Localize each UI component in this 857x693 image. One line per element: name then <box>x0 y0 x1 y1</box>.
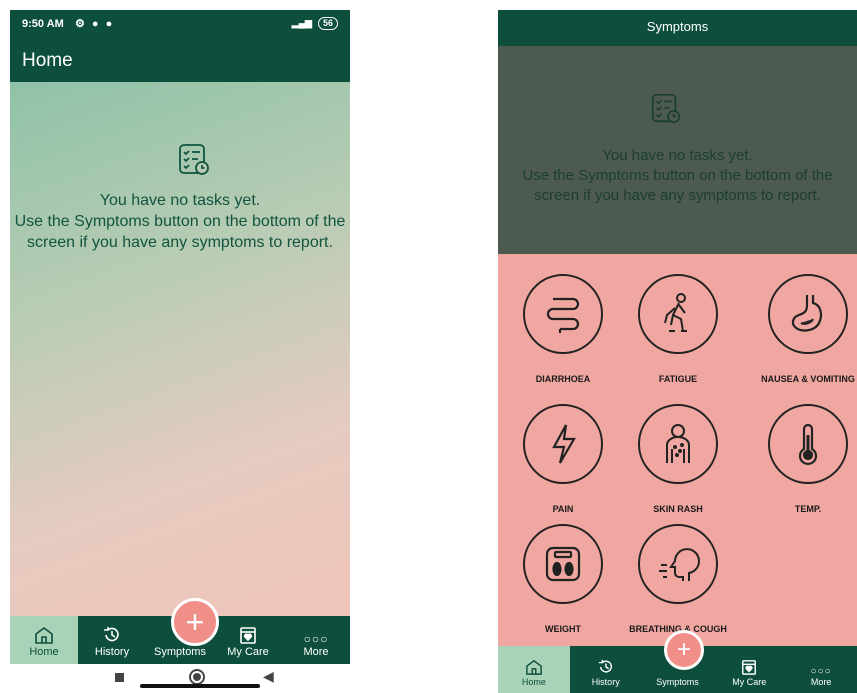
nav-more[interactable]: ○○○ More <box>785 646 857 693</box>
page-title: Symptoms <box>646 19 709 34</box>
page-title: Home <box>22 50 73 71</box>
more-icon: ○○○ <box>810 666 832 677</box>
my-care-icon <box>240 627 256 644</box>
scale-icon <box>545 546 581 582</box>
nav-home[interactable]: Home <box>498 646 570 693</box>
symptom-label: DIARRHOEA <box>535 374 591 384</box>
system-home-button[interactable] <box>189 669 205 685</box>
home-content: You have no tasks yet. Use the Symptoms … <box>10 82 350 628</box>
add-symptom-button[interactable]: + <box>664 630 704 670</box>
recent-apps-button[interactable] <box>115 673 124 682</box>
battery-icon: 56 <box>317 17 338 30</box>
nav-home-label: Home <box>29 646 59 658</box>
status-bar: 9:50 AM ⚙ ● ● ▂▄▆ 56 <box>10 10 350 40</box>
lightning-icon <box>552 424 576 464</box>
cough-head-icon <box>659 548 700 581</box>
nav-my-care[interactable]: My Care <box>713 646 785 693</box>
history-icon <box>598 659 612 673</box>
task-list-icon <box>651 93 681 124</box>
nav-history-label: History <box>94 646 130 658</box>
notification-icons: ⚙ ● ● <box>75 18 115 30</box>
nav-my-care-label: My Care <box>227 646 269 658</box>
rash-person-icon <box>666 424 690 463</box>
symptom-nausea-vomiting[interactable]: NAUSEA & VOMITING <box>743 274 857 384</box>
nav-symptoms-label: Symptoms <box>656 677 699 687</box>
my-care-icon <box>742 660 757 675</box>
nav-my-care[interactable]: My Care <box>214 616 282 664</box>
thermometer-icon <box>798 423 818 466</box>
symptom-weight[interactable]: WEIGHT <box>498 524 628 634</box>
empty-state-text: You have no tasks yet. Use the Symptoms … <box>14 192 346 251</box>
nav-history-label: History <box>591 677 620 687</box>
nav-more-label: More <box>303 646 329 658</box>
nav-home-label: Home <box>521 677 546 687</box>
symptom-breathing-cough[interactable]: BREATHING & COUGH <box>613 524 743 634</box>
app-header: Symptoms <box>498 10 857 46</box>
tired-person-icon <box>664 293 687 332</box>
empty-state-text: You have no tasks yet. Use the Symptoms … <box>522 147 833 204</box>
symptom-skin-rash[interactable]: SKIN RASH <box>613 404 743 514</box>
home-icon <box>526 659 542 675</box>
nav-more[interactable]: ○○○ More <box>282 616 350 664</box>
stomach-icon <box>791 295 823 332</box>
symptoms-screen: Symptoms You have no tasks yet. Use the … <box>498 10 857 693</box>
status-time: 9:50 AM <box>22 18 64 30</box>
symptom-pain[interactable]: PAIN <box>498 404 628 514</box>
symptom-label: WEIGHT <box>545 624 581 634</box>
nav-history[interactable]: History <box>570 646 642 693</box>
signal-icon: ▂▄▆ <box>291 18 312 28</box>
home-icon <box>35 627 53 644</box>
nav-home[interactable]: Home <box>10 616 78 664</box>
symptom-label: SKIN RASH <box>653 504 703 514</box>
symptom-picker: DIARRHOEA FATIGUE NAUSEA & VOMITING PAIN… <box>498 254 857 646</box>
dimmed-home-overlay[interactable]: You have no tasks yet. Use the Symptoms … <box>498 46 857 254</box>
more-icon: ○○○ <box>303 632 329 646</box>
home-indicator <box>140 684 260 688</box>
intestine-icon <box>546 297 580 333</box>
app-header: Home <box>10 40 350 82</box>
add-symptom-button[interactable]: + <box>171 598 219 646</box>
symptom-temperature[interactable]: TEMP. <box>743 404 857 514</box>
nav-history[interactable]: History <box>78 616 146 664</box>
task-list-icon <box>179 144 209 175</box>
symptom-label: FATIGUE <box>658 374 698 384</box>
symptom-label: PAIN <box>552 504 574 514</box>
symptom-label: TEMP. <box>794 504 822 514</box>
nav-my-care-label: My Care <box>732 677 767 687</box>
back-button[interactable]: ◀ <box>263 668 274 685</box>
nav-more-label: More <box>810 677 832 687</box>
symptom-label: NAUSEA & VOMITING <box>761 374 855 384</box>
system-nav-bar: ◀ <box>10 664 350 693</box>
symptom-fatigue[interactable]: FATIGUE <box>613 274 743 384</box>
symptom-diarrhoea[interactable]: DIARRHOEA <box>498 274 628 384</box>
home-screen: 9:50 AM ⚙ ● ● ▂▄▆ 56 Home You have no ta… <box>10 10 350 693</box>
nav-symptoms-label: Symptoms <box>154 646 206 658</box>
history-icon <box>104 627 119 642</box>
signal-battery: ▂▄▆ 56 <box>292 17 338 30</box>
